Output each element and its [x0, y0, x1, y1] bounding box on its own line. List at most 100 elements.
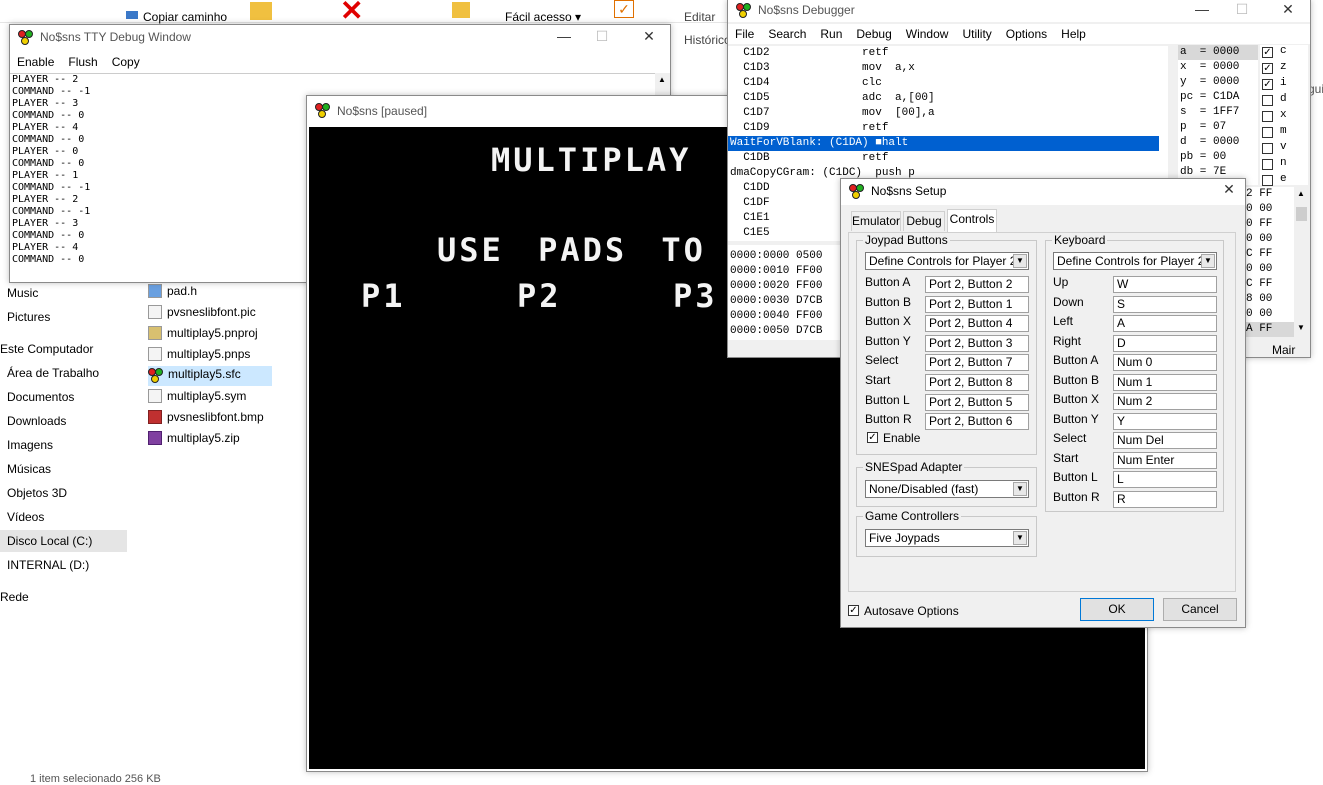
file-item[interactable]: multiplay5.pnps [148, 347, 250, 367]
menu-debug[interactable]: Debug [849, 24, 898, 41]
edit-button[interactable]: Editar [684, 10, 715, 24]
code-line[interactable]: C1D2 retf [730, 46, 1155, 61]
stack-line[interactable]: 0 00 [1246, 232, 1272, 247]
enable-checkbox[interactable]: ✓ [867, 432, 878, 443]
nav-item-documents[interactable]: Documentos [7, 390, 74, 404]
file-item[interactable]: multiplay5.sym [148, 389, 246, 409]
menu-run[interactable]: Run [813, 24, 849, 41]
register-line[interactable]: p = 07 [1180, 120, 1226, 135]
stack-line[interactable]: 2 FF [1246, 187, 1272, 202]
nav-item-desktop[interactable]: Área de Trabalho [7, 366, 99, 380]
memory-line[interactable]: 0000:0010 FF00 [730, 264, 822, 279]
tab-emulator[interactable]: Emulator [851, 211, 901, 231]
nav-item-this-pc[interactable]: Este Computador [0, 342, 93, 356]
nav-item-images[interactable]: Imagens [7, 438, 53, 452]
menu-help[interactable]: Help [1054, 24, 1093, 41]
scroll-thumb[interactable] [1296, 207, 1307, 221]
menu-file[interactable]: File [728, 24, 761, 41]
history-button[interactable]: Histórico [684, 33, 731, 47]
scroll-up-icon[interactable]: ▲ [658, 75, 666, 84]
memory-line[interactable]: 0000:0030 D7CB [730, 294, 822, 309]
keyboard-mapping-field[interactable]: Num 2 [1113, 393, 1217, 410]
nav-item-downloads[interactable]: Downloads [7, 414, 66, 428]
nav-item-internal[interactable]: INTERNAL (D:) [7, 558, 89, 572]
keyboard-mapping-field[interactable]: W [1113, 276, 1217, 293]
minimize-icon[interactable]: — [550, 28, 578, 44]
current-line[interactable]: WaitForVBlank: (C1DA) ■halt [728, 136, 1159, 151]
flag-checkbox[interactable] [1262, 95, 1273, 106]
nav-item-videos[interactable]: Vídeos [7, 510, 44, 524]
flag-checkbox[interactable] [1262, 127, 1273, 138]
keyboard-mapping-field[interactable]: Num Enter [1113, 451, 1217, 469]
stack-line[interactable]: 0 00 [1246, 262, 1272, 277]
menu-utility[interactable]: Utility [955, 24, 998, 41]
file-item-selected[interactable]: multiplay5.sfc [148, 366, 272, 386]
keyboard-mapping-field[interactable]: Y [1113, 412, 1217, 430]
stack-line[interactable]: 0 00 [1246, 202, 1272, 217]
minimize-icon[interactable]: — [1188, 1, 1216, 17]
joypad-mapping-field[interactable]: Port 2, Button 3 [925, 334, 1029, 352]
memory-line[interactable]: 0000:0040 FF00 [730, 309, 822, 324]
debugger-titlebar[interactable]: No$sns Debugger — ☐ ✕ [728, 0, 1310, 22]
game-controllers-select[interactable]: Five Joypads ▼ [865, 529, 1029, 547]
flag-checkbox[interactable] [1262, 175, 1273, 186]
flag-checkbox[interactable] [1262, 159, 1273, 170]
file-item[interactable]: pvsneslibfont.bmp [148, 410, 264, 430]
joypad-mapping-field[interactable]: Port 2, Button 2 [925, 276, 1029, 293]
code-line[interactable]: C1D5 adc a,[00] [730, 91, 1155, 106]
keyboard-player-select[interactable]: Define Controls for Player 2 ▼ [1053, 252, 1217, 270]
file-item[interactable]: pad.h [148, 284, 197, 304]
nav-item-network[interactable]: Rede [0, 590, 29, 604]
keyboard-mapping-field[interactable]: Num Del [1113, 432, 1217, 449]
flag-checkbox[interactable] [1262, 111, 1273, 122]
close-icon[interactable]: ✕ [1274, 1, 1302, 18]
setup-titlebar[interactable]: No$sns Setup ✕ [841, 179, 1245, 205]
menu-copy[interactable]: Copy [105, 52, 147, 69]
menu-search[interactable]: Search [761, 24, 813, 41]
register-line[interactable]: x = 0000 [1180, 60, 1239, 75]
close-icon[interactable]: ✕ [1215, 181, 1243, 198]
menu-options[interactable]: Options [999, 24, 1054, 41]
copy-path-button[interactable]: Copiar caminho [143, 10, 227, 24]
scroll-up-icon[interactable]: ▲ [1297, 189, 1305, 198]
register-line[interactable]: pb = 00 [1180, 150, 1226, 165]
stack-line[interactable]: C FF [1246, 277, 1272, 292]
code-line[interactable]: C1D3 mov a,x [730, 61, 1155, 76]
joypad-mapping-field[interactable]: Port 2, Button 4 [925, 315, 1029, 333]
stack-scrollbar[interactable]: ▲ ▼ [1294, 187, 1309, 337]
nav-item-songs[interactable]: Músicas [7, 462, 51, 476]
scroll-down-icon[interactable]: ▼ [1297, 323, 1305, 332]
tty-titlebar[interactable]: No$sns TTY Debug Window — ☐ ✕ [10, 25, 670, 49]
stack-line[interactable]: A FF [1244, 322, 1294, 337]
easy-access-button[interactable]: Fácil acesso ▾ [505, 10, 581, 24]
joypad-mapping-field[interactable]: Port 2, Button 1 [925, 295, 1029, 313]
memory-line[interactable]: 0000:0000 0500 [730, 249, 822, 264]
autosave-checkbox[interactable]: ✓ [848, 605, 859, 616]
code-line[interactable]: C1D7 mov [00],a [730, 106, 1155, 121]
ok-button[interactable]: OK [1080, 598, 1154, 621]
register-line[interactable]: d = 0000 [1180, 135, 1239, 150]
keyboard-mapping-field[interactable]: S [1113, 295, 1217, 313]
stack-line[interactable]: 0 00 [1246, 307, 1272, 322]
snespad-select[interactable]: None/Disabled (fast) ▼ [865, 480, 1029, 498]
tab-controls[interactable]: Controls [947, 209, 997, 233]
cancel-button[interactable]: Cancel [1163, 598, 1237, 621]
nav-item-music[interactable]: Music [7, 286, 38, 300]
tab-debug[interactable]: Debug [903, 211, 945, 231]
menu-enable[interactable]: Enable [10, 52, 61, 69]
file-item[interactable]: multiplay5.zip [148, 431, 240, 451]
memory-pane[interactable]: 0000:0000 0500 0000:0010 FF00 0000:0020 FF… [728, 245, 840, 340]
close-icon[interactable]: ✕ [635, 28, 663, 45]
file-item[interactable]: multiplay5.pnproj [148, 326, 258, 346]
flag-checkbox[interactable]: ✓ [1262, 47, 1273, 58]
keyboard-mapping-field[interactable]: A [1113, 315, 1217, 332]
menu-window[interactable]: Window [899, 24, 956, 41]
joypad-mapping-field[interactable]: Port 2, Button 5 [925, 393, 1029, 411]
register-pane[interactable]: a = 0000 x = 0000 y = 0000 pc = C1DA s = 1FF… [1178, 45, 1258, 185]
keyboard-mapping-field[interactable]: R [1113, 490, 1217, 508]
joypad-mapping-field[interactable]: Port 2, Button 7 [925, 354, 1029, 372]
register-line[interactable]: s = 1FF7 [1180, 105, 1239, 120]
keyboard-mapping-field[interactable]: Num 1 [1113, 373, 1217, 391]
stack-line[interactable]: C FF [1246, 247, 1272, 262]
code-line[interactable]: C1D4 clc [730, 76, 1155, 91]
